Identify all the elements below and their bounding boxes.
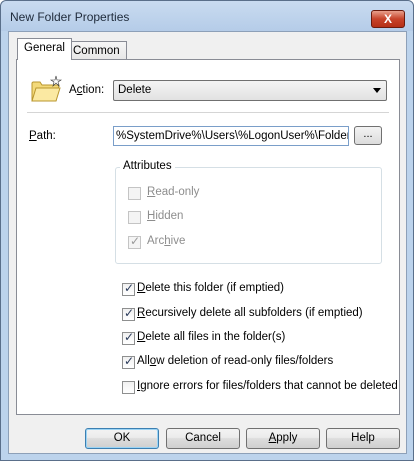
archive-label: Archive: [147, 235, 186, 247]
delete-files-checkbox[interactable]: ✓: [122, 330, 135, 345]
title-bar[interactable]: New Folder Properties X: [1, 1, 413, 31]
path-input[interactable]: %SystemDrive%\Users\%LogonUser%\Folder: [113, 126, 349, 146]
tab-common-label: Common: [73, 45, 120, 57]
delete-files-label: Delete all files in the folder(s): [137, 331, 286, 343]
browse-label: ...: [363, 128, 373, 140]
dialog-window: New Folder Properties X General Common A…: [0, 0, 414, 461]
action-label: Action:: [69, 84, 105, 96]
archive-checkbox[interactable]: ✓: [128, 234, 141, 249]
allow-readonly-delete-label: Allow deletion of read-only files/folder…: [137, 355, 334, 367]
attributes-groupbox: Attributes Read-only Hidden ✓ Archive: [115, 160, 382, 264]
check-icon: ✓: [124, 330, 135, 344]
check-icon: ✓: [124, 354, 135, 368]
delete-folder-checkbox[interactable]: ✓: [122, 281, 135, 296]
delete-folder-label: Delete this folder (if emptied): [137, 282, 285, 294]
ignore-errors-checkbox[interactable]: [122, 381, 135, 394]
general-tab-panel: Action: Delete Path: %SystemDrive%\Users…: [16, 59, 400, 415]
cancel-button[interactable]: Cancel: [166, 428, 240, 449]
ok-button[interactable]: OK: [85, 428, 159, 449]
tab-general[interactable]: General: [17, 38, 72, 60]
close-button[interactable]: X: [371, 10, 405, 28]
browse-button[interactable]: ...: [354, 126, 382, 145]
dialog-client: General Common Action: Delete Path: %Sys…: [8, 31, 407, 454]
divider: [27, 112, 389, 113]
help-label: Help: [351, 432, 375, 444]
action-value: Delete: [118, 84, 152, 96]
attributes-title: Attributes: [120, 160, 175, 172]
readonly-checkbox[interactable]: [128, 187, 141, 200]
allow-readonly-delete-checkbox[interactable]: ✓: [122, 354, 135, 369]
hidden-checkbox[interactable]: [128, 211, 141, 224]
check-icon: ✓: [124, 306, 135, 320]
path-label: Path:: [29, 130, 56, 142]
recursive-delete-checkbox[interactable]: ✓: [122, 306, 135, 321]
tab-general-label: General: [24, 42, 65, 54]
cancel-label: Cancel: [185, 432, 221, 444]
ignore-errors-label: Ignore errors for files/folders that can…: [137, 380, 398, 392]
apply-button[interactable]: Apply: [246, 428, 320, 449]
close-icon: X: [383, 12, 392, 26]
check-icon: ✓: [124, 281, 135, 295]
action-dropdown[interactable]: Delete: [113, 80, 387, 101]
hidden-label: Hidden: [147, 210, 184, 222]
window-title: New Folder Properties: [10, 10, 130, 24]
recursive-delete-label: Recursively delete all subfolders (if em…: [137, 307, 363, 319]
new-folder-icon: [31, 75, 62, 102]
path-value: %SystemDrive%\Users\%LogonUser%\Folder: [116, 130, 349, 142]
apply-label: Apply: [268, 432, 298, 444]
ok-label: OK: [113, 432, 131, 444]
help-button[interactable]: Help: [326, 428, 400, 449]
chevron-down-icon: [373, 88, 381, 93]
readonly-label: Read-only: [147, 186, 200, 198]
check-icon: ✓: [130, 234, 141, 248]
